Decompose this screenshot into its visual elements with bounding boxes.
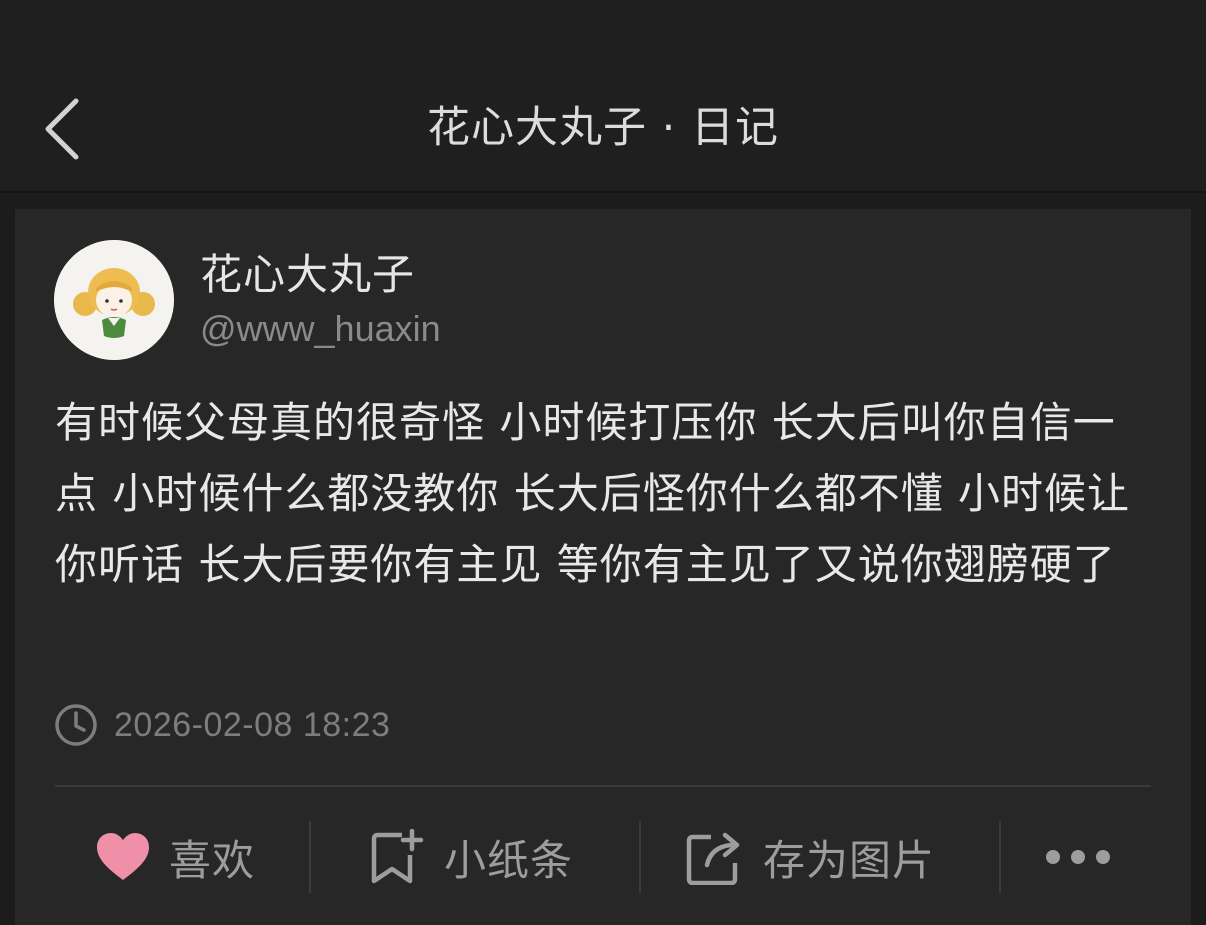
action-bar: 喜欢 小纸条 存为图片 [15, 787, 1191, 925]
more-dots-icon [1046, 850, 1110, 864]
author-name[interactable]: 花心大丸子 [200, 249, 415, 301]
action-separator [639, 821, 641, 893]
top-nav-bar: 花心大丸子 · 日记 [0, 0, 1206, 193]
author-handle: @www_huaxin [200, 308, 441, 349]
save-image-label: 存为图片 [763, 835, 936, 885]
clock-icon [55, 704, 97, 746]
action-separator [309, 821, 311, 893]
action-separator [999, 821, 1001, 893]
diary-post-card: 花心大丸子 @www_huaxin 有时候父母真的很奇怪 小时候打压你 长大后叫… [15, 209, 1191, 925]
bookmark-plus-icon [371, 829, 424, 884]
more-button[interactable] [1043, 817, 1113, 897]
share-icon [686, 832, 740, 885]
save-image-button[interactable]: 存为图片 [685, 817, 935, 897]
page-title: 花心大丸子 · 日记 [426, 103, 779, 153]
like-button[interactable]: 喜欢 [95, 817, 255, 897]
avatar-illustration [54, 240, 174, 360]
like-label: 喜欢 [169, 835, 256, 885]
avatar[interactable] [54, 240, 174, 360]
note-label: 小纸条 [444, 835, 574, 885]
heart-icon [97, 833, 149, 880]
post-text: 有时候父母真的很奇怪 小时候打压你 长大后叫你自信一点 小时候什么都没教你 长大… [55, 398, 1131, 589]
post-timestamp: 2026-02-08 18:23 [114, 705, 391, 744]
note-button[interactable]: 小纸条 [370, 817, 573, 897]
post-meta: 2026-02-08 18:23 [54, 701, 390, 749]
